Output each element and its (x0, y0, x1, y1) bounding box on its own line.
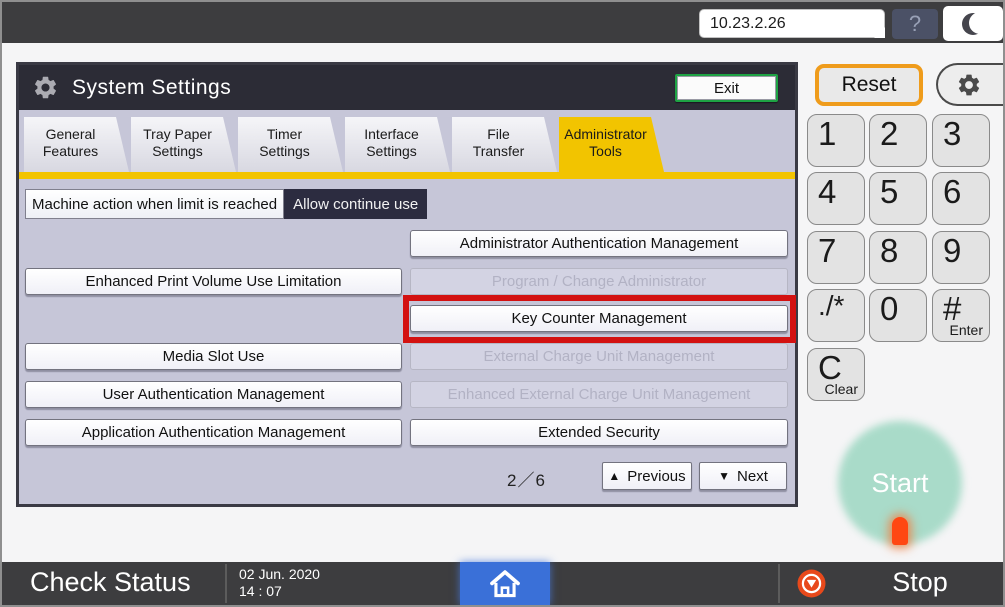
sleep-mode-button[interactable] (943, 6, 1003, 41)
tab-general-features[interactable]: General Features (24, 117, 129, 172)
separator (225, 564, 227, 603)
media-slot-use-button[interactable]: Media Slot Use (25, 343, 402, 370)
moon-icon (962, 13, 984, 35)
stop-icon[interactable] (797, 569, 826, 598)
tab-tray-paper-settings[interactable]: Tray Paper Settings (131, 117, 236, 172)
gear-icon (956, 72, 982, 98)
machine-action-row: Machine action when limit is reached All… (25, 189, 427, 219)
up-triangle-icon: ▲ (608, 469, 620, 483)
keypad-5[interactable]: 5 (869, 172, 927, 225)
previous-page-button[interactable]: ▲ Previous (602, 462, 692, 490)
stop-button[interactable]: Stop (860, 567, 980, 598)
exit-button[interactable]: Exit (675, 74, 778, 102)
enhanced-print-volume-use-limitation-button[interactable]: Enhanced Print Volume Use Limitation (25, 268, 402, 295)
settings-pill-button[interactable] (936, 63, 1005, 106)
application-authentication-management-button[interactable]: Application Authentication Management (25, 419, 402, 446)
external-charge-unit-management-button: External Charge Unit Management (410, 343, 788, 370)
reset-button[interactable]: Reset (815, 64, 923, 106)
next-page-button[interactable]: ▼ Next (699, 462, 787, 490)
machine-action-value-badge[interactable]: Allow continue use (284, 189, 427, 219)
active-tab-underline (19, 172, 795, 179)
program-change-administrator-button: Program / Change Administrator (410, 268, 788, 295)
top-bar: ? (2, 2, 1003, 43)
keypad-8[interactable]: 8 (869, 231, 927, 284)
start-indicator-light (892, 517, 908, 545)
datetime-display: 02 Jun. 2020 14 : 07 (239, 566, 320, 600)
check-status-button[interactable]: Check Status (30, 567, 191, 598)
keypad-9[interactable]: 9 (932, 231, 990, 284)
settings-gear-icon (32, 74, 59, 101)
keypad-2[interactable]: 2 (869, 114, 927, 167)
keypad-6[interactable]: 6 (932, 172, 990, 225)
enhanced-external-charge-unit-management-button: Enhanced External Charge Unit Management (410, 381, 788, 408)
help-button[interactable]: ? (892, 9, 938, 39)
page-indicator: 2／6 (507, 466, 546, 491)
extended-security-button[interactable]: Extended Security (410, 419, 788, 446)
date-text: 02 Jun. 2020 (239, 566, 320, 583)
keypad-3[interactable]: 3 (932, 114, 990, 167)
clear-sublabel: Clear (825, 381, 858, 397)
keypad-1[interactable]: 1 (807, 114, 865, 167)
user-authentication-management-button[interactable]: User Authentication Management (25, 381, 402, 408)
page-title: System Settings (72, 76, 231, 100)
keypad-clear[interactable]: C Clear (807, 348, 865, 401)
settings-tabs: General Features Tray Paper Settings Tim… (24, 117, 666, 172)
down-triangle-icon: ▼ (718, 469, 730, 483)
tab-interface-settings[interactable]: Interface Settings (345, 117, 450, 172)
next-label: Next (737, 468, 768, 485)
previous-label: Previous (627, 468, 685, 485)
home-button[interactable] (460, 562, 550, 605)
key-counter-management-button[interactable]: Key Counter Management (410, 305, 788, 332)
tab-administrator-tools[interactable]: Administrator Tools (559, 117, 664, 172)
panel-content: General Features Tray Paper Settings Tim… (19, 110, 795, 504)
ip-field-corner-triangle-icon (874, 27, 885, 38)
keypad-4[interactable]: 4 (807, 172, 865, 225)
home-icon (488, 567, 522, 601)
keypad-7[interactable]: 7 (807, 231, 865, 284)
tab-file-transfer[interactable]: File Transfer (452, 117, 557, 172)
separator (778, 564, 780, 603)
keypad-asterisk[interactable]: ./* (807, 289, 865, 342)
enter-sublabel: Enter (950, 322, 983, 338)
time-text: 14 : 07 (239, 583, 320, 600)
ip-address-field[interactable] (699, 9, 885, 38)
device-screen: ? System Settings Exit General Features … (0, 0, 1005, 607)
admin-authentication-management-button[interactable]: Administrator Authentication Management (410, 230, 788, 257)
tab-timer-settings[interactable]: Timer Settings (238, 117, 343, 172)
keypad-0[interactable]: 0 (869, 289, 927, 342)
keypad-enter[interactable]: # Enter (932, 289, 990, 342)
system-settings-panel: System Settings Exit General Features Tr… (16, 62, 798, 507)
machine-action-label: Machine action when limit is reached (25, 189, 284, 219)
bottom-status-bar: Check Status 02 Jun. 2020 14 : 07 Stop (2, 562, 1003, 605)
panel-title-bar: System Settings Exit (19, 65, 795, 110)
